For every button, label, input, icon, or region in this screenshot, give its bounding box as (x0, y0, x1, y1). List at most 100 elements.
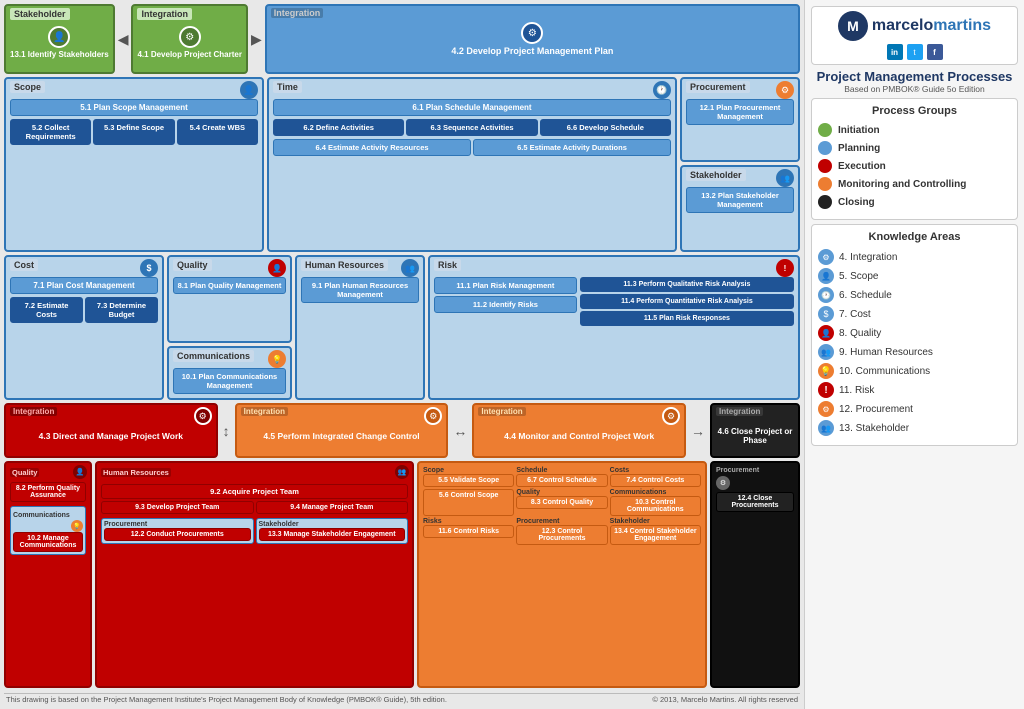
monitor-6-7: 6.7 Control Schedule (516, 474, 607, 487)
exec-9-4: 9.4 Manage Project Team (256, 501, 409, 514)
integration-4-1: 4.1 Develop Project Charter (137, 50, 241, 59)
close-integration-box: Integration 4.6 Close Project or Phase (710, 403, 800, 458)
monitor-13-4: 13.4 Control Stakeholder Engagement (610, 525, 701, 545)
time-6-5: 6.5 Estimate Activity Durations (473, 139, 671, 156)
ka-11-icon: ! (818, 382, 834, 398)
exec-integration-box: Integration ⚙ 4.3 Direct and Manage Proj… (4, 403, 218, 458)
integration-planning-box: Integration ⚙ 4.2 Develop Project Manage… (265, 4, 800, 74)
monitor-integration-1: Integration ⚙ 4.5 Perform Integrated Cha… (235, 403, 449, 458)
comms-10-1: 10.1 Plan Communications Management (173, 368, 286, 394)
ka-13: 👥 13. Stakeholder (818, 420, 1011, 436)
monitor-risks-label: Risks (423, 518, 514, 525)
ka-4: ⚙ 4. Integration (818, 249, 1011, 265)
ka-10-icon: 💡 (818, 363, 834, 379)
scope-label: Scope (10, 81, 45, 93)
closing-circle (818, 195, 832, 209)
risk-11-1: 11.1 Plan Risk Management (434, 277, 577, 294)
monitor-costs-label: Costs (610, 467, 701, 474)
exec-8-2: 8.2 Perform Quality Assurance (10, 482, 86, 502)
ka-13-label: 13. Stakeholder (839, 423, 909, 434)
logo-area: M marcelomartins in t f (811, 6, 1018, 65)
ka-7-icon: $ (818, 306, 834, 322)
risk-11-3: 11.3 Perform Qualitative Risk Analysis (580, 277, 794, 292)
ka-13-icon: 👥 (818, 420, 834, 436)
sidebar: M marcelomartins in t f Project Manageme… (804, 0, 1024, 709)
risk-planning-area: Risk ! 11.1 Plan Risk Management 11.2 Id… (428, 255, 800, 400)
stakeholder-area-label: Stakeholder (10, 8, 70, 20)
stakeholder-planning-label: Stakeholder (686, 169, 746, 181)
quality-8-1: 8.1 Plan Quality Management (173, 277, 286, 294)
arrow-1: ◀ (118, 4, 129, 74)
ka-10-label: 10. Communications (839, 366, 930, 377)
exec-13-3: 13.3 Manage Stakeholder Engagement (259, 528, 406, 541)
exec-comms-sub-label: Communications (13, 512, 70, 519)
cost-planning-area: Cost $ 7.1 Plan Cost Management 7.2 Esti… (4, 255, 164, 400)
scope-5-4: 5.4 Create WBS (177, 119, 258, 145)
scope-5-1: 5.1 Plan Scope Management (10, 99, 258, 116)
initiation-label: Initiation (838, 125, 880, 136)
stakeholder-13-1: 13.1 Identify Stakeholders (10, 50, 109, 59)
ka-11: ! 11. Risk (818, 382, 1011, 398)
facebook-icon[interactable]: f (927, 44, 943, 60)
exec-hr-box: Human Resources 👥 9.2 Acquire Project Te… (95, 461, 414, 688)
time-planning-area: Time 🕐 6.1 Plan Schedule Management 6.2 … (267, 77, 677, 252)
monitor-4-4: 4.4 Monitor and Control Project Work (504, 431, 654, 441)
exec-procurement-sub: Procurement 12.2 Conduct Procurements (101, 518, 254, 544)
ka-4-label: 4. Integration (839, 252, 897, 263)
close-4-6: 4.6 Close Project or Phase (716, 427, 794, 445)
close-integration-label: Integration (716, 407, 763, 416)
linkedin-icon[interactable]: in (887, 44, 903, 60)
logo-marcelo: marcelo (872, 17, 933, 34)
comms-planning-label: Communications (173, 350, 254, 362)
ka-12: ⚙ 12. Procurement (818, 401, 1011, 417)
execution-planning-row: Cost $ 7.1 Plan Cost Management 7.2 Esti… (4, 255, 800, 400)
risk-11-4: 11.4 Perform Quantitative Risk Analysis (580, 294, 794, 309)
initiation-row: Stakeholder 👤 13.1 Identify Stakeholders… (4, 4, 800, 74)
ka-8-icon: 👤 (818, 325, 834, 341)
quality-planning-area: Quality 👤 8.1 Plan Quality Management (167, 255, 292, 343)
cost-7-2: 7.2 Estimate Costs (10, 297, 83, 323)
twitter-icon[interactable]: t (907, 44, 923, 60)
monitor-integration-2: Integration ⚙ 4.4 Monitor and Control Pr… (472, 403, 686, 458)
integration-area-label-2: Integration (271, 8, 324, 18)
monitoring-circle (818, 177, 832, 191)
page-subtitle: Based on PMBOK® Guide 5o Edition (811, 84, 1018, 94)
knowledge-areas-title: Knowledge Areas (818, 231, 1011, 243)
integration-initiation-box: Integration ⚙ 4.1 Develop Project Charte… (131, 4, 247, 74)
exec-quality-box: Quality 👤 8.2 Perform Quality Assurance … (4, 461, 92, 688)
integration-exec-row: Integration ⚙ 4.3 Direct and Manage Proj… (4, 403, 800, 458)
process-groups-title: Process Groups (818, 105, 1011, 117)
stakeholder-13-2: 13.2 Plan Stakeholder Management (686, 187, 794, 213)
planning-label: Planning (838, 143, 880, 154)
hr-planning-area: Human Resources 👥 9.1 Plan Human Resourc… (295, 255, 425, 400)
monitor-4-5: 4.5 Perform Integrated Change Control (263, 431, 419, 441)
time-6-6: 6.6 Develop Schedule (540, 119, 671, 136)
close-12-4: 12.4 Close Procurements (716, 492, 794, 512)
procurement-label: Procurement (686, 81, 750, 93)
monitor-12-3: 12.3 Control Procurements (516, 525, 607, 545)
monitor-detail-panel: Scope 5.5 Validate Scope Schedule 6.7 Co… (417, 461, 707, 688)
exec-integration-label: Integration (10, 407, 57, 416)
page-title: Project Management Processes (811, 69, 1018, 84)
integration-4-2: 4.2 Develop Project Management Plan (451, 46, 613, 56)
exec-4-3: 4.3 Direct and Manage Project Work (39, 431, 183, 441)
time-6-3: 6.3 Sequence Activities (406, 119, 537, 136)
cost-7-3: 7.3 Determine Budget (85, 297, 158, 323)
exec-9-3: 9.3 Develop Project Team (101, 501, 254, 514)
legend-initiation: Initiation (818, 123, 1011, 137)
monitor-stakeholder-label: Stakeholder (610, 518, 701, 525)
ka-8-label: 8. Quality (839, 328, 881, 339)
monitor-scope-label: Scope (423, 467, 514, 474)
risk-11-5: 11.5 Plan Risk Responses (580, 311, 794, 326)
knowledge-areas-section: Knowledge Areas ⚙ 4. Integration 👤 5. Sc… (811, 224, 1018, 446)
monitor-7-4: 7.4 Control Costs (610, 474, 701, 487)
hr-planning-label: Human Resources (301, 259, 388, 271)
ka-6: 🕐 6. Schedule (818, 287, 1011, 303)
ka-7-label: 7. Cost (839, 309, 871, 320)
risk-planning-label: Risk (434, 259, 461, 271)
quality-planning-label: Quality (173, 259, 212, 271)
ka-9: 👥 9. Human Resources (818, 344, 1011, 360)
full-bottom-row: Quality 👤 8.2 Perform Quality Assurance … (4, 461, 800, 688)
closing-label: Closing (838, 197, 875, 208)
legend-planning: Planning (818, 141, 1011, 155)
